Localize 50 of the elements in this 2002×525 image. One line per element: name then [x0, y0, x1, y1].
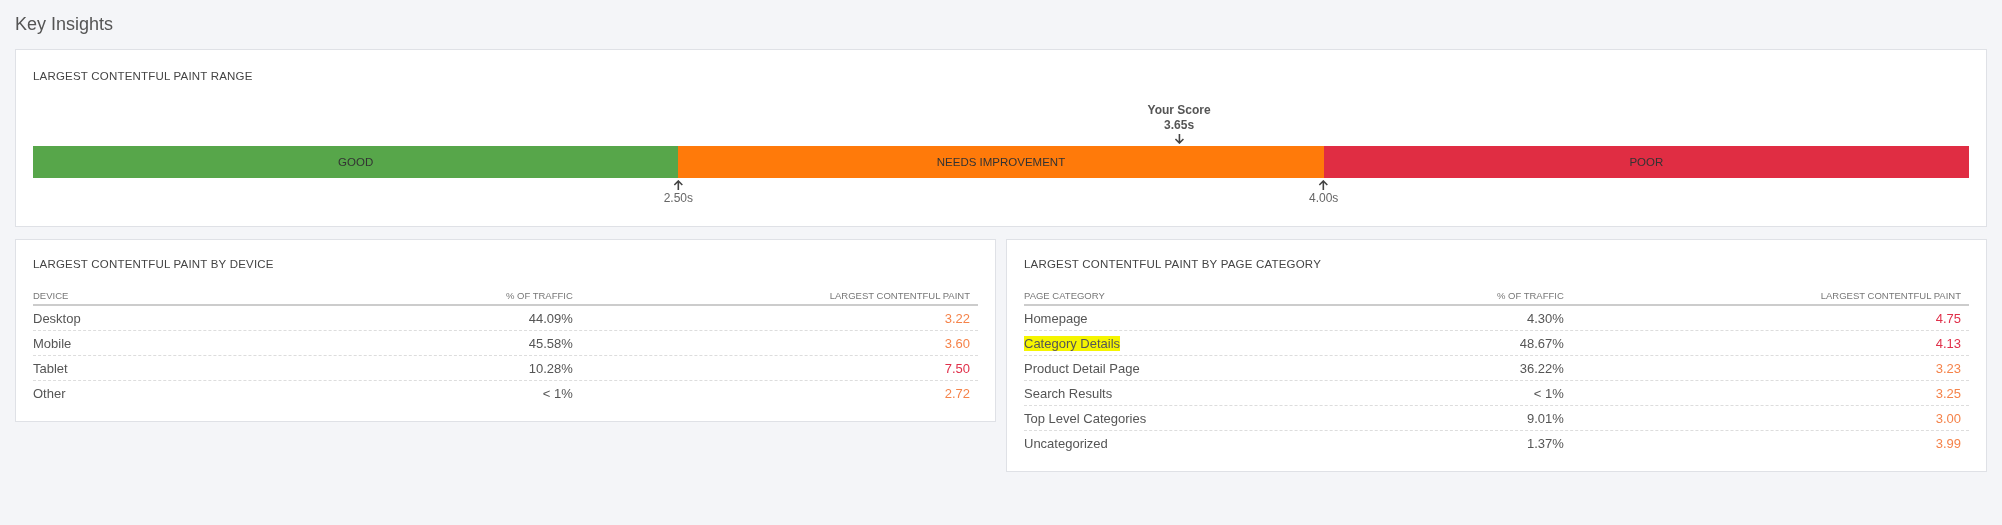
up-arrow-icon	[1318, 180, 1329, 191]
threshold-label: 2.50s	[663, 191, 693, 205]
column-header: LARGEST CONTENTFUL PAINT	[1820, 290, 1961, 301]
table-cell: 10.28%	[528, 360, 573, 376]
table-cell: 4.13	[1935, 335, 1961, 351]
table-cell: 45.58%	[528, 335, 573, 351]
table-cell: < 1%	[542, 385, 573, 401]
table-cell: Search Results	[1024, 385, 1113, 401]
range-segment: POOR	[1323, 146, 1969, 178]
table-cell: 3.60	[944, 335, 970, 351]
table-cell: Category Details	[1024, 335, 1121, 351]
table-cell: 3.23	[1935, 360, 1961, 376]
range-segment: GOOD	[33, 146, 679, 178]
table-cell: 9.01%	[1526, 410, 1564, 426]
column-header: % OF TRAFFIC	[1496, 290, 1564, 301]
table-cell: 44.09%	[528, 310, 573, 326]
table-cell: Desktop	[33, 310, 81, 326]
table-cell: Mobile	[33, 335, 72, 351]
table-cell: 3.00	[1935, 410, 1961, 426]
page-title: Key Insights	[15, 14, 115, 35]
table-cell: 36.22%	[1519, 360, 1564, 376]
column-header: % OF TRAFFIC	[505, 290, 573, 301]
table-cell: Other	[33, 385, 66, 401]
table-cell: 4.75	[1935, 310, 1961, 326]
down-arrow-icon	[1174, 133, 1185, 144]
table-cell: 7.50	[944, 360, 970, 376]
score-label: Your Score	[1147, 103, 1211, 118]
card-title: LARGEST CONTENTFUL PAINT RANGE	[33, 70, 254, 82]
table-cell: < 1%	[1533, 385, 1564, 401]
threshold-label: 4.00s	[1309, 191, 1339, 205]
table-cell: 48.67%	[1519, 335, 1564, 351]
table-cell: 2.72	[944, 385, 970, 401]
table-cell: Uncategorized	[1024, 435, 1108, 451]
table-cell: Product Detail Page	[1024, 360, 1140, 376]
column-header: PAGE CATEGORY	[1024, 290, 1105, 301]
table-cell: 4.30%	[1526, 310, 1564, 326]
column-header: DEVICE	[33, 290, 69, 301]
table-cell: 1.37%	[1526, 435, 1564, 451]
card-title: LARGEST CONTENTFUL PAINT BY PAGE CATEGORY	[1024, 258, 1323, 270]
table-cell: Tablet	[33, 360, 68, 376]
range-segment: NEEDS IMPROVEMENT	[678, 146, 1324, 178]
score-value: 3.65s	[1164, 118, 1195, 133]
column-header: LARGEST CONTENTFUL PAINT	[829, 290, 970, 301]
table-cell: Homepage	[1024, 310, 1088, 326]
table-cell: 3.25	[1935, 385, 1961, 401]
table-cell: 3.99	[1935, 435, 1961, 451]
table-cell: Top Level Categories	[1024, 410, 1147, 426]
up-arrow-icon	[673, 180, 684, 191]
table-cell: 3.22	[944, 310, 970, 326]
card-title: LARGEST CONTENTFUL PAINT BY DEVICE	[33, 258, 275, 270]
